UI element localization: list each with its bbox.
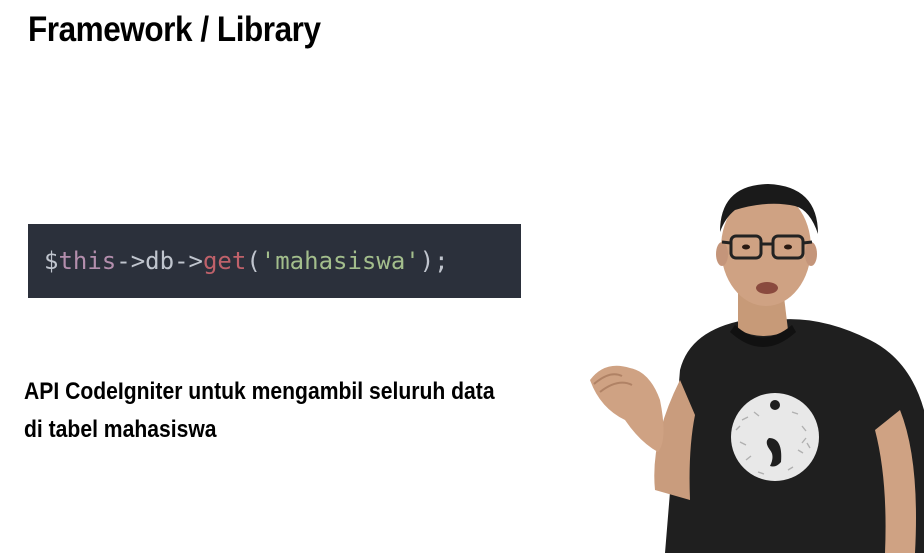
- code-token-arrow: ->: [116, 247, 146, 275]
- code-snippet: $ this -> db -> get('mahasiswa');: [28, 224, 521, 298]
- slide-title: Framework / Library: [28, 10, 321, 49]
- slide-caption: API CodeIgniter untuk mengambil seluruh …: [24, 373, 517, 449]
- code-token-dollar: $: [44, 247, 59, 275]
- code-token-close: );: [419, 247, 449, 275]
- ear-right: [805, 242, 817, 266]
- code-token-paren: (: [246, 247, 261, 275]
- code-token-string: 'mahasiswa': [260, 247, 420, 275]
- code-token-get: get: [202, 247, 247, 275]
- code-token-arrow: ->: [174, 247, 203, 275]
- presenter-figure: [590, 184, 924, 553]
- ear-left: [716, 242, 728, 266]
- caption-line-1: API CodeIgniter untuk mengambil seluruh …: [24, 378, 495, 405]
- code-token-this: this: [58, 247, 117, 275]
- mouth: [756, 282, 778, 294]
- code-token-db: db: [145, 247, 175, 275]
- caption-line-2: di tabel mahasiswa: [24, 416, 217, 443]
